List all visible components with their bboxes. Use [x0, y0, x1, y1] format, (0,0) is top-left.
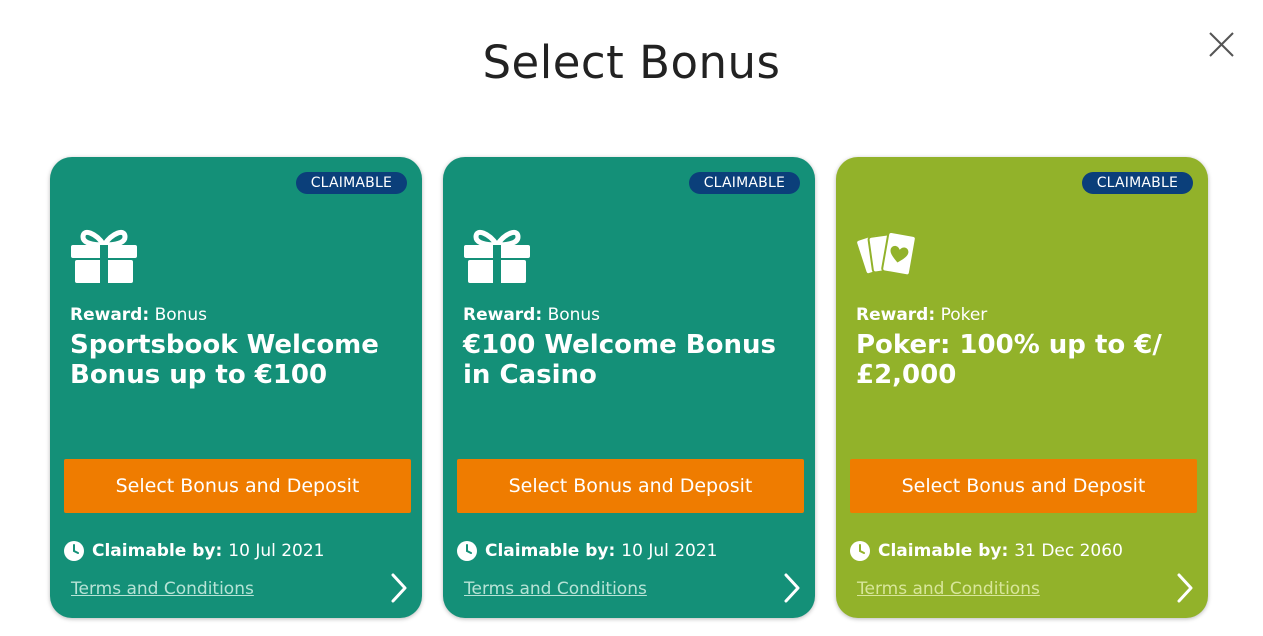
claimable-date: 10 Jul 2021	[228, 541, 325, 561]
terms-link[interactable]: Terms and Conditions	[857, 578, 1040, 600]
status-badge: CLAIMABLE	[295, 172, 407, 194]
claimable-label: Claimable by:	[878, 541, 1009, 561]
bonus-title: €100 Welcome Bonus in Casino	[463, 330, 776, 390]
bonus-card: CLAIMABLE Reward: Poker Poker: 100% up t…	[836, 157, 1208, 618]
claimable-by: Claimable by: 10 Jul 2021	[64, 540, 325, 562]
status-badge: CLAIMABLE	[688, 172, 800, 194]
claimable-by: Claimable by: 10 Jul 2021	[457, 540, 718, 562]
terms-link[interactable]: Terms and Conditions	[464, 578, 647, 600]
gift-icon	[462, 226, 532, 284]
chevron-right-icon[interactable]	[781, 571, 803, 605]
clock-icon	[457, 541, 477, 561]
reward-line: Reward: Bonus	[463, 304, 600, 326]
select-bonus-button[interactable]: Select Bonus and Deposit	[64, 459, 411, 513]
bonus-modal: Select Bonus CLAIMABLE Reward: Bonus Spo…	[0, 0, 1263, 636]
modal-title: Select Bonus	[482, 36, 781, 89]
status-badge: CLAIMABLE	[1081, 172, 1193, 194]
gift-icon	[69, 226, 139, 284]
close-icon[interactable]	[1203, 27, 1239, 63]
bonus-title: Poker: 100% up to €/£2,000	[856, 330, 1162, 390]
claimable-date: 10 Jul 2021	[621, 541, 718, 561]
claimable-date: 31 Dec 2060	[1014, 541, 1123, 561]
reward-value: Bonus	[547, 305, 601, 325]
bonus-card: CLAIMABLE Reward: Bonus Sportsbook Welco…	[50, 157, 422, 618]
reward-label: Reward:	[70, 305, 150, 325]
chevron-right-icon[interactable]	[1174, 571, 1196, 605]
reward-line: Reward: Bonus	[70, 304, 207, 326]
bonus-title: Sportsbook Welcome Bonus up to €100	[70, 330, 379, 390]
reward-label: Reward:	[463, 305, 543, 325]
select-bonus-button[interactable]: Select Bonus and Deposit	[850, 459, 1197, 513]
bonus-card: CLAIMABLE Reward: Bonus €100 Welcome Bon…	[443, 157, 815, 618]
claimable-label: Claimable by:	[485, 541, 616, 561]
clock-icon	[64, 541, 84, 561]
playing-cards-icon	[855, 226, 925, 284]
clock-icon	[850, 541, 870, 561]
select-bonus-button[interactable]: Select Bonus and Deposit	[457, 459, 804, 513]
reward-value: Bonus	[154, 305, 208, 325]
reward-value: Poker	[940, 305, 988, 325]
chevron-right-icon[interactable]	[388, 571, 410, 605]
claimable-label: Claimable by:	[92, 541, 223, 561]
reward-label: Reward:	[856, 305, 936, 325]
terms-link[interactable]: Terms and Conditions	[71, 578, 254, 600]
claimable-by: Claimable by: 31 Dec 2060	[850, 540, 1123, 562]
reward-line: Reward: Poker	[856, 304, 987, 326]
